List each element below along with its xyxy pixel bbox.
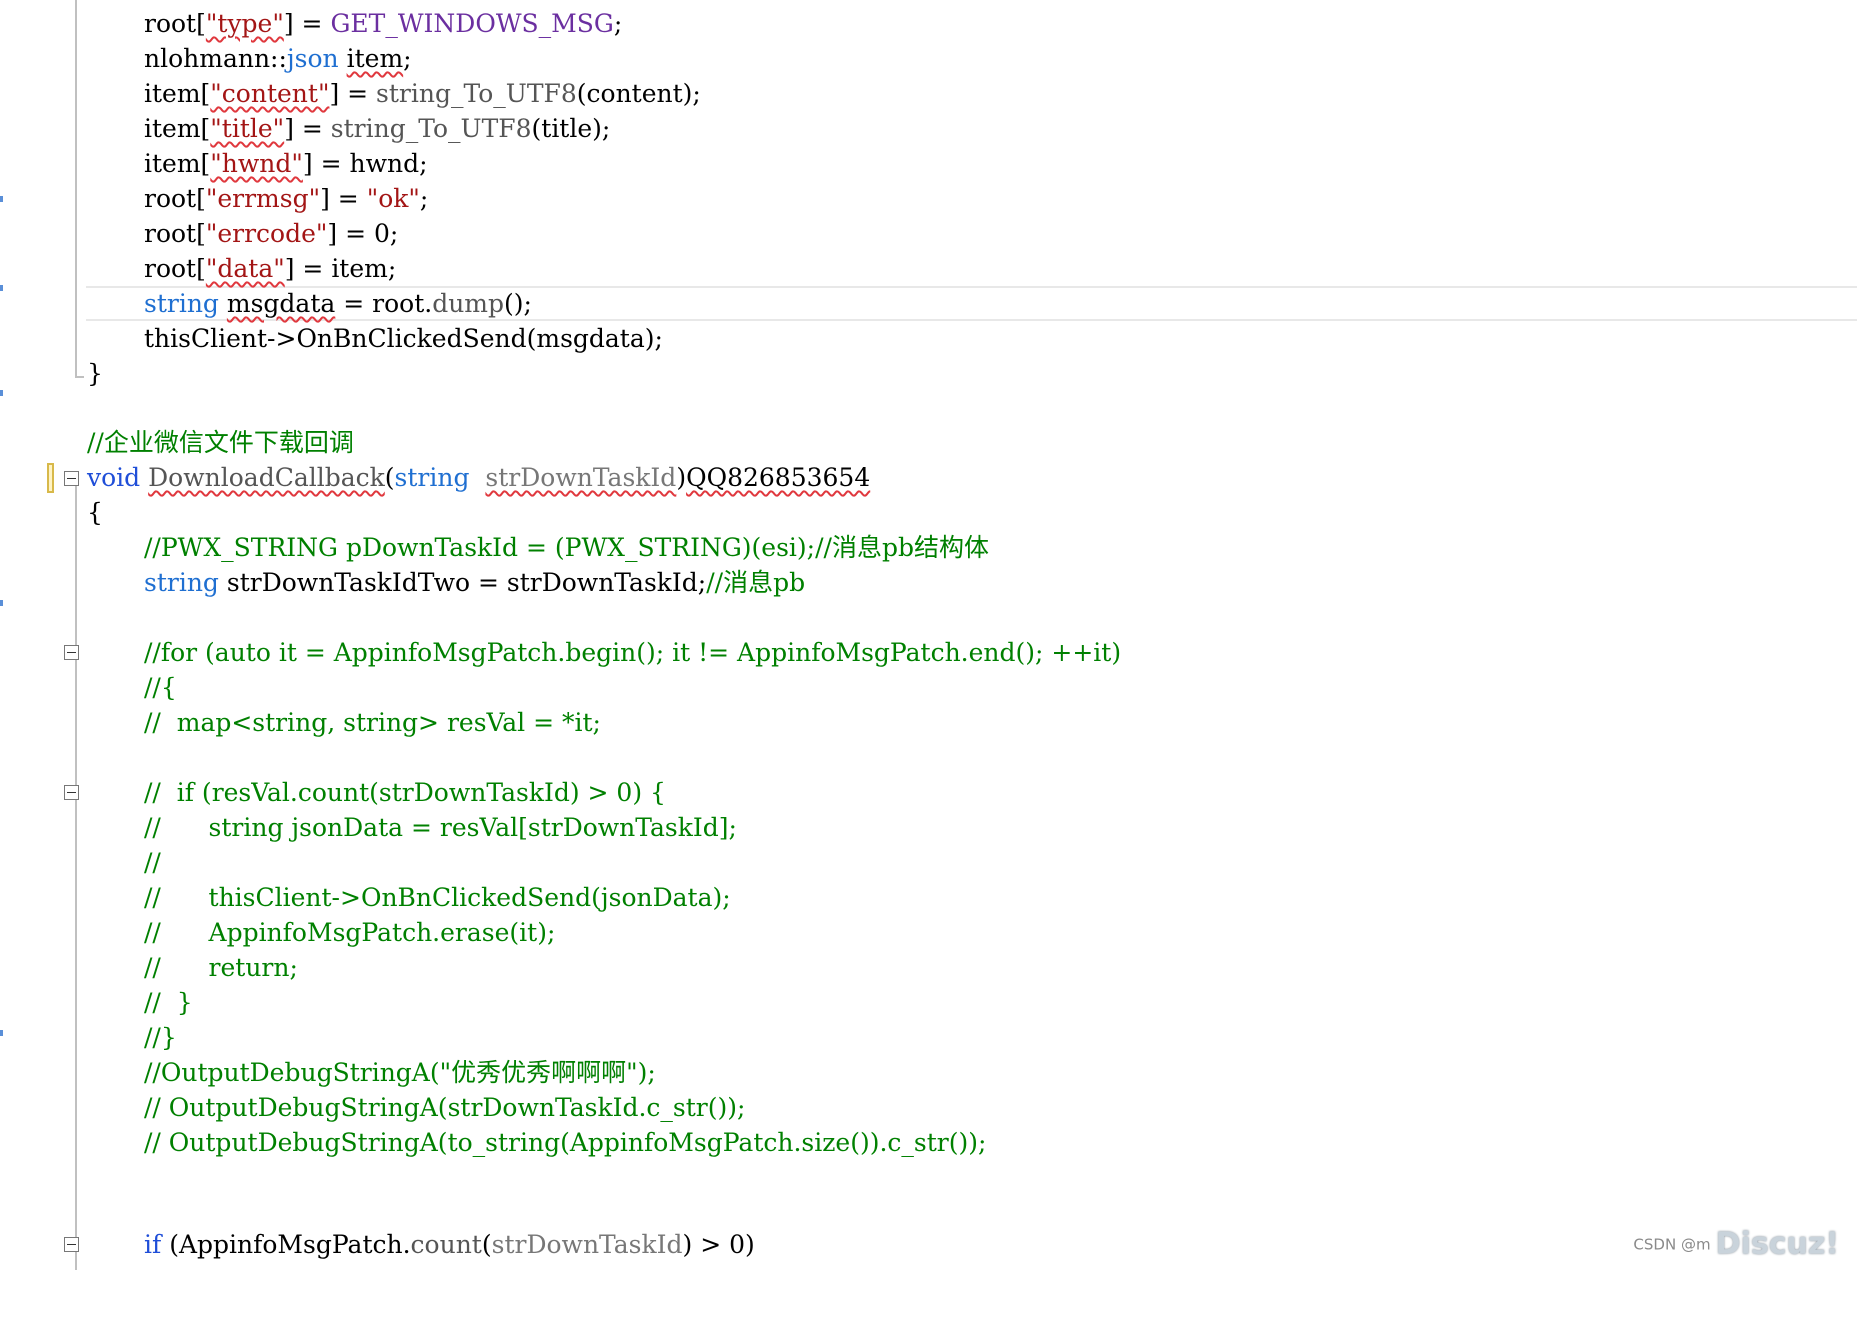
code-line: }: [0, 356, 1857, 391]
code-text: // OutputDebugStringA(to_string(AppinfoM…: [144, 1128, 987, 1157]
code-text: //for (auto it = AppinfoMsgPatch.begin()…: [144, 638, 1122, 667]
code-text: //{: [144, 673, 177, 702]
code-text: // map<string, string> resVal = *it;: [144, 708, 601, 737]
code-text: //OutputDebugStringA("优秀优秀啊啊啊");: [144, 1058, 656, 1087]
code-line: //企业微信文件下载回调: [0, 425, 1857, 460]
code-text: //}: [144, 1023, 177, 1052]
code-line: root["type"] = GET_WINDOWS_MSG;: [0, 6, 1857, 41]
code-text: string msgdata = root.dump();: [144, 289, 532, 318]
code-text: // AppinfoMsgPatch.erase(it);: [144, 918, 556, 947]
code-line: //PWX_STRING pDownTaskId = (PWX_STRING)(…: [0, 530, 1857, 565]
code-line: //OutputDebugStringA("优秀优秀啊啊啊");: [0, 1055, 1857, 1090]
code-line: //}: [0, 1020, 1857, 1055]
code-text: root["errcode"] = 0;: [144, 219, 399, 248]
code-line: root["errcode"] = 0;: [0, 216, 1857, 251]
code-text: item["title"] = string_To_UTF8(title);: [144, 114, 611, 143]
code-text: //: [144, 848, 161, 877]
code-text: root["type"] = GET_WINDOWS_MSG;: [144, 9, 623, 38]
watermark: CSDN @m Discuz!: [1633, 1226, 1839, 1262]
code-text: {: [87, 498, 103, 527]
code-text: // if (resVal.count(strDownTaskId) > 0) …: [144, 778, 666, 807]
code-line: // string jsonData = resVal[strDownTaskI…: [0, 810, 1857, 845]
code-line: nlohmann::json item;: [0, 41, 1857, 76]
code-text: // string jsonData = resVal[strDownTaskI…: [144, 813, 737, 842]
code-line: // map<string, string> resVal = *it;: [0, 705, 1857, 740]
code-line: root["errmsg"] = "ok";: [0, 181, 1857, 216]
code-line: // }: [0, 985, 1857, 1020]
code-text: root["data"] = item;: [144, 254, 397, 283]
code-text: if (AppinfoMsgPatch.count(strDownTaskId)…: [144, 1230, 755, 1259]
code-text: item["content"] = string_To_UTF8(content…: [144, 79, 701, 108]
code-line: {: [0, 495, 1857, 530]
code-line: //for (auto it = AppinfoMsgPatch.begin()…: [0, 635, 1857, 670]
code-text: string strDownTaskIdTwo = strDownTaskId;…: [144, 568, 806, 597]
code-text: void DownloadCallback(string strDownTask…: [87, 463, 871, 492]
code-text: // thisClient->OnBnClickedSend(jsonData)…: [144, 883, 731, 912]
code-line: //: [0, 845, 1857, 880]
code-line: // thisClient->OnBnClickedSend(jsonData)…: [0, 880, 1857, 915]
code-text: item["hwnd"] = hwnd;: [144, 149, 428, 178]
code-text: root["errmsg"] = "ok";: [144, 184, 429, 213]
code-line: // if (resVal.count(strDownTaskId) > 0) …: [0, 775, 1857, 810]
code-line: void DownloadCallback(string strDownTask…: [0, 460, 1857, 495]
code-text: // }: [144, 988, 193, 1017]
code-text: nlohmann::json item;: [144, 44, 412, 73]
code-line: string msgdata = root.dump();: [0, 286, 1857, 321]
code-text: }: [87, 359, 103, 388]
code-line: root["data"] = item;: [0, 251, 1857, 286]
code-text: //企业微信文件下载回调: [87, 428, 354, 457]
code-editor[interactable]: root["type"] = GET_WINDOWS_MSG; nlohmann…: [0, 0, 1857, 1270]
code-text: //PWX_STRING pDownTaskId = (PWX_STRING)(…: [144, 533, 989, 562]
code-line: item["hwnd"] = hwnd;: [0, 146, 1857, 181]
code-line: // AppinfoMsgPatch.erase(it);: [0, 915, 1857, 950]
code-line: // OutputDebugStringA(strDownTaskId.c_st…: [0, 1090, 1857, 1125]
watermark-csdn: CSDN @m: [1633, 1235, 1711, 1254]
code-text: // OutputDebugStringA(strDownTaskId.c_st…: [144, 1093, 746, 1122]
watermark-discuz-logo: Discuz!: [1715, 1226, 1839, 1262]
code-line: //{: [0, 670, 1857, 705]
code-line: item["content"] = string_To_UTF8(content…: [0, 76, 1857, 111]
code-line: if (AppinfoMsgPatch.count(strDownTaskId)…: [0, 1227, 1857, 1262]
code-line: // return;: [0, 950, 1857, 985]
code-line: // OutputDebugStringA(to_string(AppinfoM…: [0, 1125, 1857, 1160]
code-line: thisClient->OnBnClickedSend(msgdata);: [0, 321, 1857, 356]
code-line: item["title"] = string_To_UTF8(title);: [0, 111, 1857, 146]
code-text: // return;: [144, 953, 298, 982]
code-line: string strDownTaskIdTwo = strDownTaskId;…: [0, 565, 1857, 600]
code-text: thisClient->OnBnClickedSend(msgdata);: [144, 324, 663, 353]
